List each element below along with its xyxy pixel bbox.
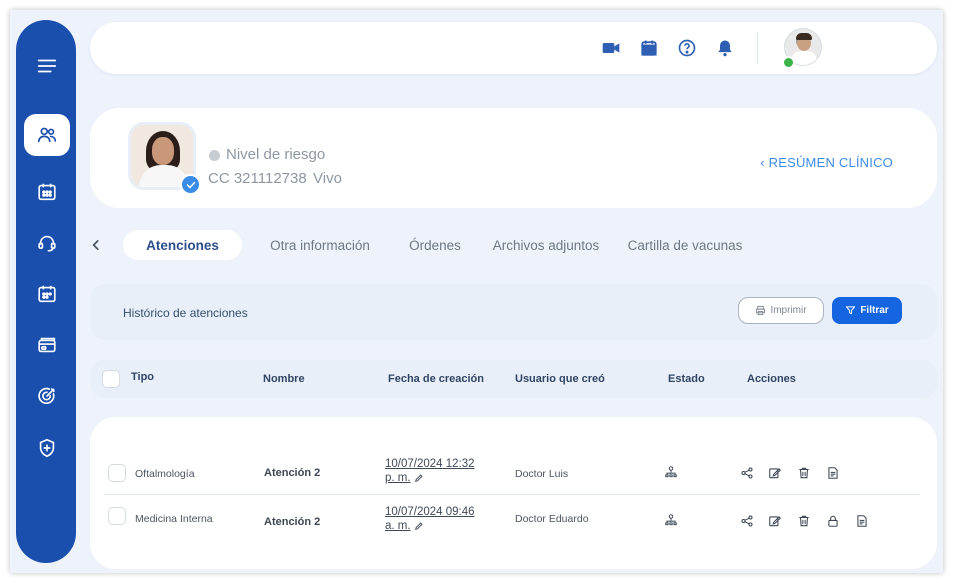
sidebar-item-security[interactable] — [29, 430, 65, 466]
cell-fecha-link[interactable]: 10/07/2024 09:46 a. m. — [385, 505, 475, 533]
table-row: Medicina Interna Atención 2 10/07/2024 0… — [104, 495, 920, 543]
sidebar-item-patients[interactable] — [24, 114, 70, 156]
history-title: Histórico de atenciones — [123, 306, 248, 320]
pencil-icon — [414, 522, 423, 530]
share-icon[interactable] — [739, 465, 755, 481]
table-header: Tipo Nombre Fecha de creación Usuario qu… — [90, 360, 937, 398]
cell-nombre: Atención 2 — [264, 467, 321, 479]
cell-fecha-link[interactable]: 10/07/2024 12:32 p. m. — [385, 457, 475, 485]
column-header-usuario[interactable]: Usuario que creó — [515, 373, 605, 385]
schedule-icon — [38, 285, 56, 303]
history-toolbar: Histórico de atenciones Imprimir Filtrar — [90, 284, 937, 340]
trash-icon[interactable] — [796, 465, 812, 481]
divider — [757, 32, 758, 64]
tab-otra-informacion[interactable]: Otra información — [260, 230, 380, 260]
video-camera-icon[interactable] — [600, 37, 622, 59]
document-icon[interactable] — [825, 465, 841, 481]
cell-tipo: Medicina Interna — [135, 513, 213, 525]
printer-icon — [756, 305, 766, 316]
online-status-badge — [782, 56, 795, 69]
document-icon[interactable] — [854, 513, 870, 529]
tabs-back-chevron-icon[interactable] — [88, 236, 104, 254]
row-checkbox[interactable] — [108, 464, 126, 482]
help-icon[interactable] — [676, 37, 698, 59]
status-hierarchy-icon — [663, 512, 679, 528]
column-header-fecha[interactable]: Fecha de creación — [388, 373, 484, 385]
users-icon — [37, 127, 57, 143]
fecha-date: 10/07/2024 12:32 — [385, 458, 475, 470]
filter-label: Filtrar — [860, 305, 889, 316]
sidebar — [16, 20, 76, 563]
edit-icon[interactable] — [767, 465, 783, 481]
fecha-period: p. m. — [385, 472, 411, 484]
filter-button[interactable]: Filtrar — [832, 297, 902, 324]
print-label: Imprimir — [770, 305, 807, 316]
sidebar-item-goals[interactable] — [29, 378, 65, 414]
pencil-icon — [414, 474, 423, 482]
table-body: Oftalmología Atención 2 10/07/2024 12:32… — [90, 417, 937, 569]
calendar-icon — [38, 183, 56, 201]
risk-status-dot — [209, 150, 220, 161]
patient-document: CC 321112738 — [208, 170, 307, 187]
print-button[interactable]: Imprimir — [738, 297, 824, 324]
patient-card: Nivel de riesgo CC 321112738 Vivo ‹ RESÚ… — [90, 108, 937, 208]
bell-icon[interactable] — [714, 37, 736, 59]
table-row: Oftalmología Atención 2 10/07/2024 12:32… — [104, 447, 920, 495]
cell-nombre: Atención 2 — [264, 516, 321, 528]
calendar-icon[interactable] — [638, 37, 660, 59]
clinical-summary-link[interactable]: ‹ RESÚMEN CLÍNICO — [760, 155, 893, 170]
column-header-tipo[interactable]: Tipo — [131, 371, 154, 383]
target-icon — [38, 387, 55, 405]
share-icon[interactable] — [739, 513, 755, 529]
tab-atenciones[interactable]: Atenciones — [123, 230, 242, 260]
row-checkbox[interactable] — [108, 507, 126, 525]
sidebar-item-billing[interactable] — [29, 327, 65, 363]
tab-cartilla-vacunas[interactable]: Cartilla de vacunas — [622, 230, 748, 260]
cell-usuario: Doctor Luis — [515, 468, 569, 480]
fecha-period: a. m. — [385, 520, 411, 532]
sidebar-item-calendar[interactable] — [29, 174, 65, 210]
column-header-estado[interactable]: Estado — [668, 373, 705, 385]
cell-tipo: Oftalmología — [135, 468, 195, 480]
fecha-date: 10/07/2024 09:46 — [385, 506, 475, 518]
select-all-checkbox[interactable] — [102, 370, 120, 388]
top-bar — [90, 22, 937, 74]
edit-icon[interactable] — [767, 513, 783, 529]
patient-status: Vivo — [313, 170, 342, 187]
status-hierarchy-icon — [663, 464, 679, 480]
risk-level-label: Nivel de riesgo — [226, 146, 326, 163]
tab-archivos-adjuntos[interactable]: Archivos adjuntos — [486, 230, 606, 260]
tab-ordenes[interactable]: Órdenes — [400, 230, 470, 260]
verified-check-icon — [180, 174, 201, 195]
filter-icon — [846, 306, 856, 315]
cell-usuario: Doctor Eduardo — [515, 513, 589, 525]
lock-icon[interactable] — [825, 513, 841, 529]
sidebar-item-schedule[interactable] — [29, 276, 65, 312]
sidebar-item-support[interactable] — [29, 225, 65, 261]
menu-icon[interactable] — [29, 48, 65, 84]
trash-icon[interactable] — [796, 513, 812, 529]
shield-icon — [39, 438, 55, 458]
headset-icon — [38, 235, 56, 252]
payment-icon — [38, 337, 56, 353]
column-header-acciones: Acciones — [747, 373, 796, 385]
column-header-nombre[interactable]: Nombre — [263, 373, 305, 385]
app-window: Nivel de riesgo CC 321112738 Vivo ‹ RESÚ… — [10, 10, 943, 573]
